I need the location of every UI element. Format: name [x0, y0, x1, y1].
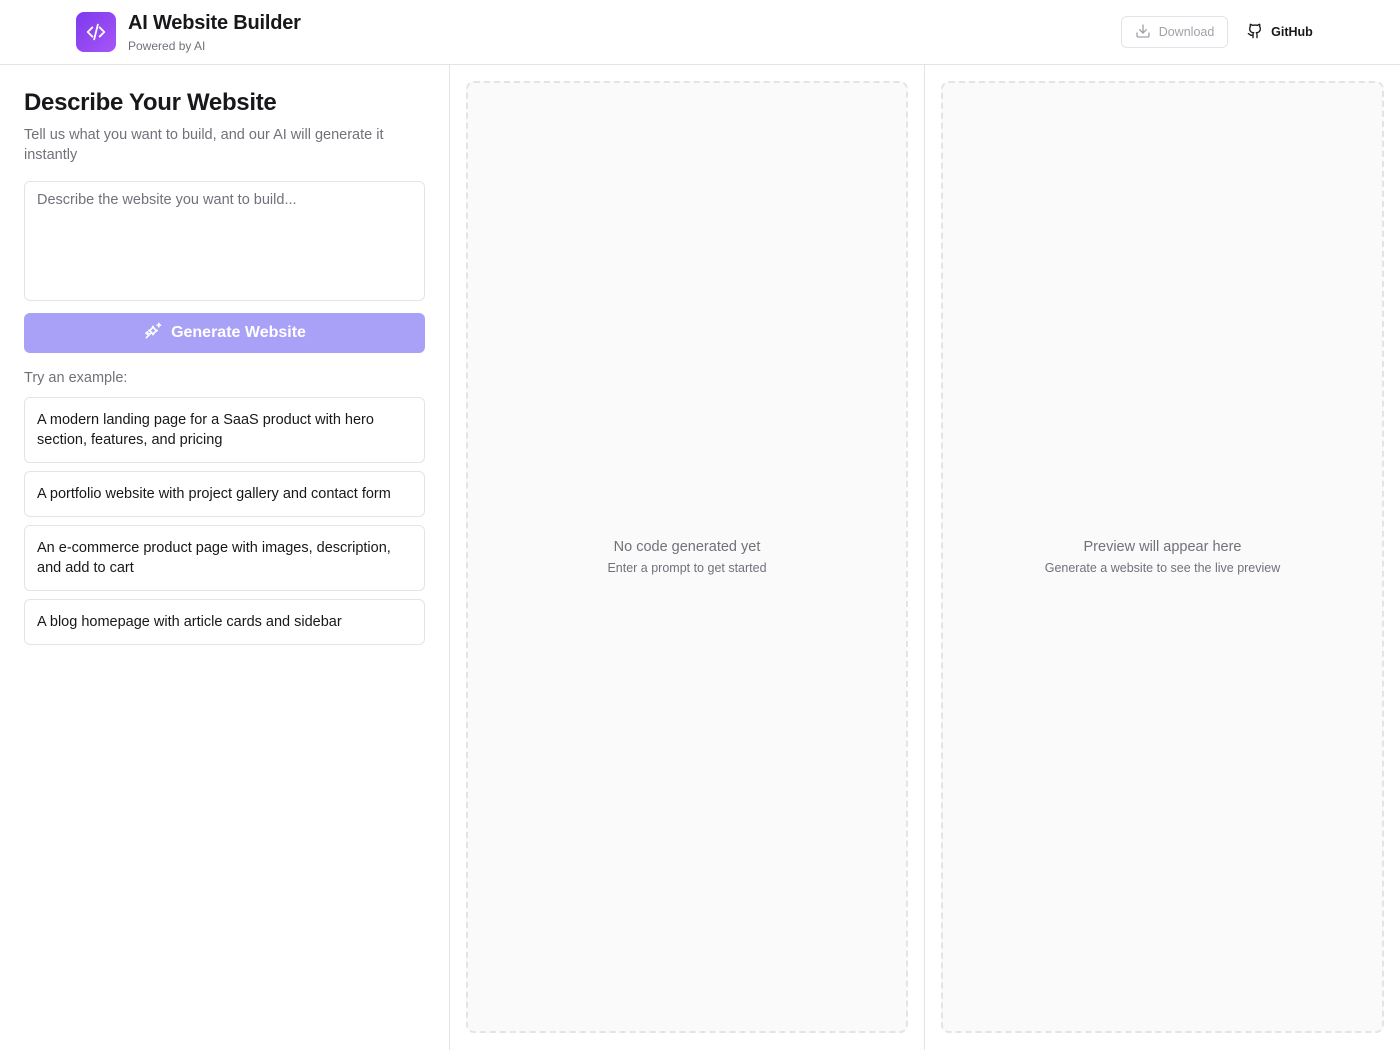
prompt-input[interactable]	[24, 181, 425, 301]
preview-panel: Preview will appear here Generate a webs…	[925, 65, 1400, 1050]
download-icon	[1135, 23, 1151, 42]
download-label: Download	[1158, 25, 1215, 39]
download-button[interactable]: Download	[1121, 16, 1228, 48]
github-icon	[1247, 23, 1263, 42]
example-item[interactable]: A portfolio website with project gallery…	[24, 471, 425, 517]
code-empty-subtitle: Enter a prompt to get started	[607, 561, 767, 575]
example-item[interactable]: An e-commerce product page with images, …	[24, 525, 425, 591]
page-title: Describe Your Website	[24, 89, 277, 116]
examples-label: Try an example:	[24, 370, 128, 386]
app-subtitle: Powered by AI	[128, 39, 206, 53]
app-title: AI Website Builder	[128, 12, 301, 34]
code-empty-title: No code generated yet	[613, 539, 761, 555]
app-header: AI Website Builder Powered by AI Downloa…	[0, 0, 1400, 65]
github-label: GitHub	[1271, 25, 1313, 39]
prompt-panel: Describe Your Website Tell us what you w…	[0, 65, 450, 1050]
code-empty-state: No code generated yet Enter a prompt to …	[466, 81, 908, 1033]
generate-label: Generate Website	[171, 324, 306, 341]
example-item[interactable]: A blog homepage with article cards and s…	[24, 599, 425, 645]
generate-button[interactable]: Generate Website	[24, 313, 425, 353]
preview-empty-state: Preview will appear here Generate a webs…	[941, 81, 1384, 1033]
github-button[interactable]: GitHub	[1238, 16, 1322, 48]
code-panel: No code generated yet Enter a prompt to …	[450, 65, 925, 1050]
sparkles-icon	[143, 321, 163, 346]
code-icon	[76, 12, 116, 52]
example-item[interactable]: A modern landing page for a SaaS product…	[24, 397, 425, 463]
preview-empty-title: Preview will appear here	[1083, 539, 1242, 555]
preview-empty-subtitle: Generate a website to see the live previ…	[1044, 561, 1281, 575]
page-description: Tell us what you want to build, and our …	[24, 127, 384, 163]
